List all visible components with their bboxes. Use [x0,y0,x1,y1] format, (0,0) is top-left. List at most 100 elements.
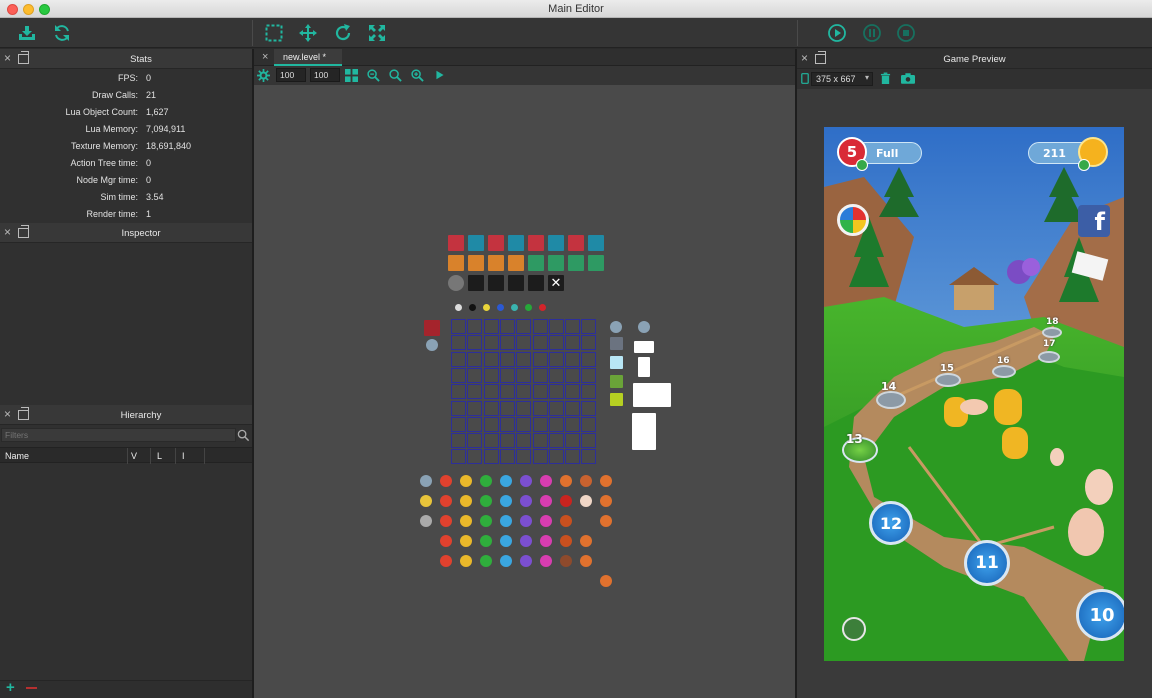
candy-item[interactable] [480,475,492,487]
column-name[interactable]: Name [5,451,29,461]
search-icon[interactable] [237,429,250,442]
grid-cell[interactable] [467,400,483,416]
color-dot-black[interactable] [469,304,476,311]
grid-cell[interactable] [516,433,532,449]
card-large[interactable] [633,383,671,407]
grid-cell[interactable] [548,384,564,400]
grid-cell[interactable] [467,384,483,400]
grid-cell[interactable] [565,433,581,449]
candy-item[interactable] [520,475,532,487]
spinner-icon[interactable] [638,321,650,333]
color-dot-blue[interactable] [497,304,504,311]
candy-item[interactable] [460,515,472,527]
grid-cell[interactable] [548,335,564,351]
grid-cell[interactable] [483,433,499,449]
grid-cell[interactable] [467,319,483,334]
add-coins-icon[interactable] [1078,159,1090,171]
undock-panel-icon[interactable] [18,225,29,238]
scale-tool-button[interactable] [366,22,388,44]
grid-cell[interactable] [516,367,532,383]
grid-cell[interactable] [451,400,466,416]
gravity-tile[interactable] [588,235,604,251]
camera-icon[interactable] [901,73,915,84]
chevron-right-tile[interactable] [528,275,544,291]
undock-panel-icon[interactable] [18,407,29,420]
grid-cell[interactable] [532,335,548,351]
scissors-tile[interactable] [548,255,564,271]
candy-item[interactable] [480,495,492,507]
grid-cell[interactable] [532,351,548,367]
candy-item[interactable] [580,535,592,547]
card-small[interactable] [634,341,654,353]
grid-cell[interactable] [548,351,564,367]
candy-item[interactable] [560,495,572,507]
column-visible[interactable]: V [131,451,137,461]
grid-cell[interactable] [516,400,532,416]
arrow-down-tile[interactable] [448,255,464,271]
add-lives-icon[interactable] [856,159,868,171]
grid-cell[interactable] [548,367,564,383]
gravity-tile[interactable] [568,235,584,251]
grid-cell[interactable] [499,400,515,416]
column-interactive[interactable]: I [182,451,185,461]
candy-item[interactable] [520,555,532,567]
candy-item[interactable] [560,535,572,547]
cross-tile[interactable]: ✕ [548,275,564,291]
grid-cell[interactable] [548,416,564,432]
grid-cell[interactable] [581,449,597,465]
color-dot-green[interactable] [525,304,532,311]
candy-item[interactable] [580,495,592,507]
candy-item[interactable] [540,475,552,487]
grid-cell[interactable] [483,351,499,367]
grid-cell[interactable] [565,449,581,465]
grid-cell[interactable] [532,319,548,334]
candy-item[interactable] [600,495,612,507]
grid-cell[interactable] [581,335,597,351]
grid-cell[interactable] [565,351,581,367]
candy-item[interactable] [440,515,452,527]
grid-cell[interactable] [467,335,483,351]
remove-node-icon[interactable] [26,687,37,689]
gravity-tile[interactable] [548,235,564,251]
grid-cell[interactable] [483,384,499,400]
grid-cell[interactable] [516,335,532,351]
gravity-tile[interactable] [448,235,464,251]
grid-cell[interactable] [565,384,581,400]
boom-tile[interactable] [424,320,440,336]
grid-cell[interactable] [451,367,466,383]
candy-item[interactable] [420,495,432,507]
grid-cell[interactable] [581,416,597,432]
move-tool-button[interactable] [297,22,319,44]
grid-cell[interactable] [483,367,499,383]
grid-cell[interactable] [581,433,597,449]
card-large[interactable] [632,413,656,450]
gear-icon[interactable] [257,69,270,82]
arrow-left-tile[interactable] [488,255,504,271]
grid-cell[interactable] [532,449,548,465]
grid-cell[interactable] [499,384,515,400]
lime-tile[interactable] [610,393,623,406]
candy-item[interactable] [600,515,612,527]
grid-cell[interactable] [581,367,597,383]
gravity-tile[interactable] [468,235,484,251]
rotate-tool-button[interactable] [332,22,354,44]
grid-cell[interactable] [499,367,515,383]
grid-cell[interactable] [499,319,515,334]
pause-button[interactable] [861,22,883,44]
zoom-in-icon[interactable] [411,69,424,82]
candy-item[interactable] [560,515,572,527]
candy-item[interactable] [520,535,532,547]
grid-cell[interactable] [451,384,466,400]
chevron-down-tile[interactable] [488,275,504,291]
select-tool-button[interactable] [263,22,285,44]
candy-item[interactable] [540,535,552,547]
ice-tile[interactable] [610,356,623,369]
grid-cell[interactable] [548,319,564,334]
grid-icon[interactable] [345,69,358,82]
candy-item[interactable] [580,475,592,487]
color-dot-white[interactable] [455,304,462,311]
candy-item[interactable] [440,555,452,567]
candy-item[interactable] [440,495,452,507]
candy-item[interactable] [540,555,552,567]
candy-item[interactable] [560,475,572,487]
